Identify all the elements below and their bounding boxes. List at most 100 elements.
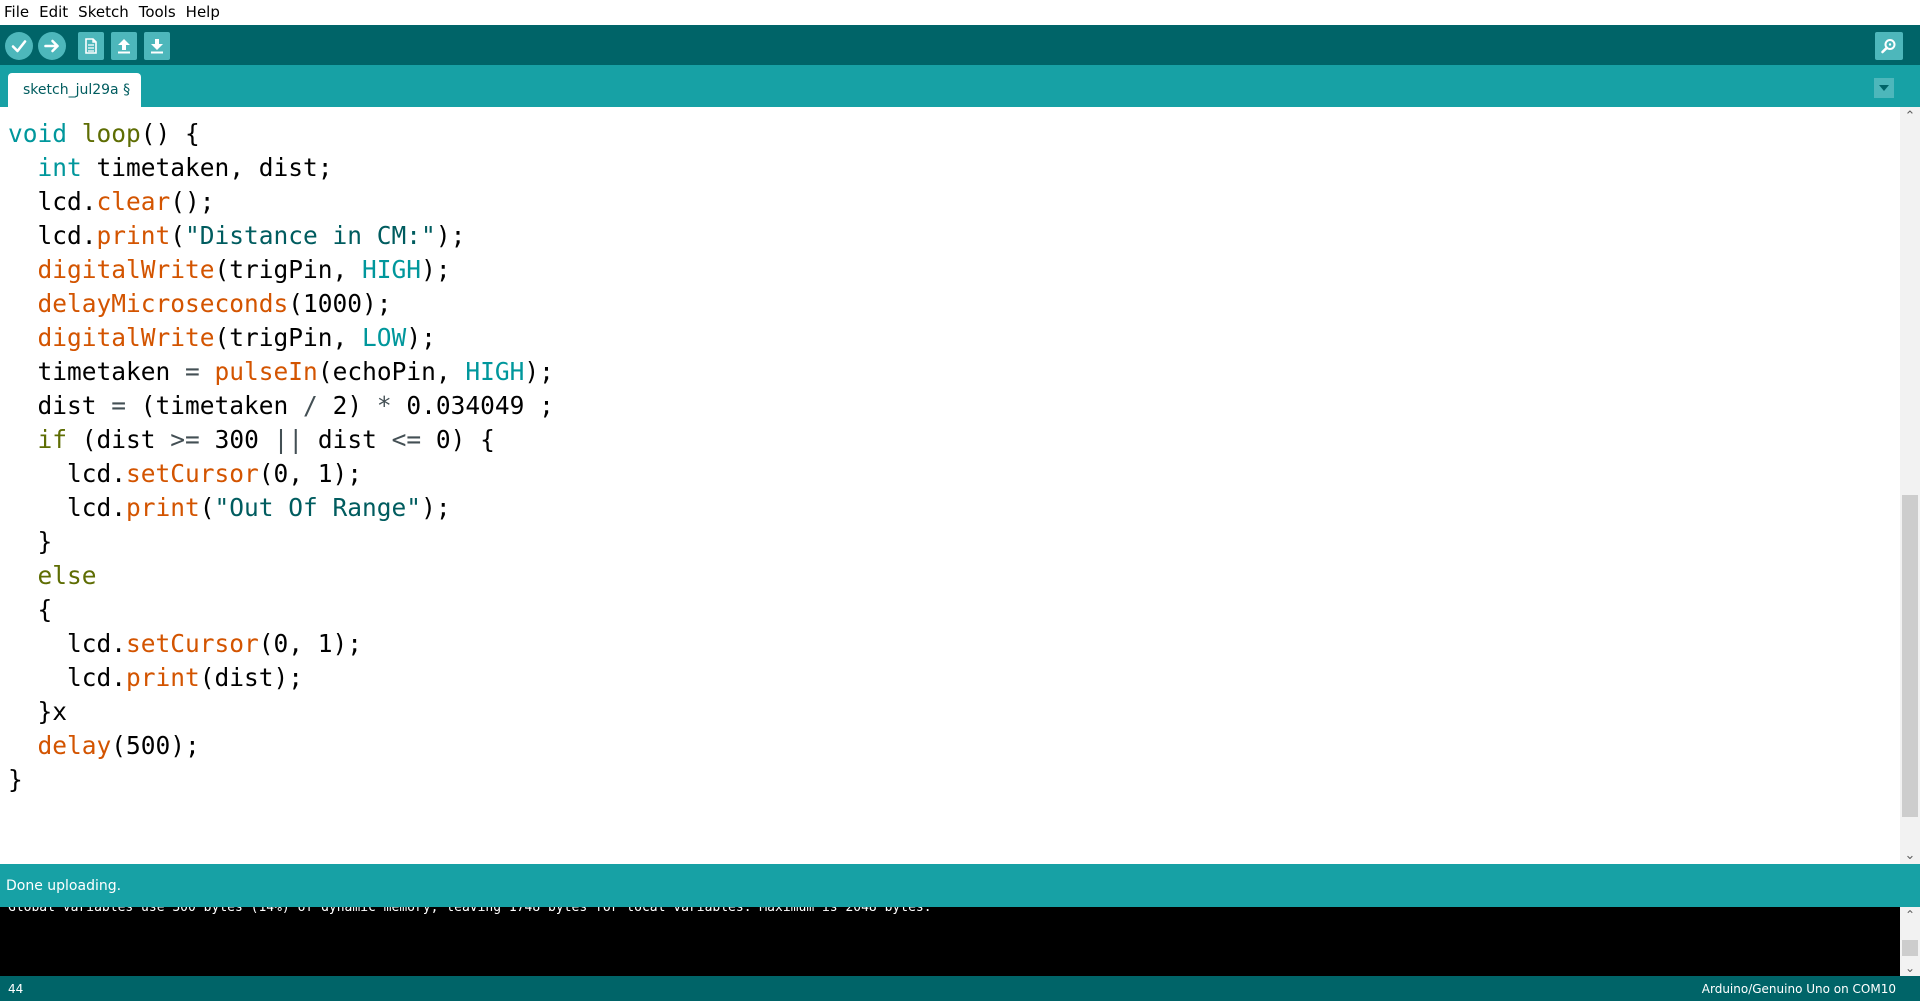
- console-scroll-down-icon[interactable]: ⌄: [1900, 960, 1920, 976]
- code-line[interactable]: digitalWrite(trigPin, HIGH);: [8, 253, 554, 287]
- code-line[interactable]: }: [8, 763, 554, 797]
- code-token: ();: [170, 187, 215, 216]
- code-token: );: [406, 323, 436, 352]
- code-token: lcd.: [8, 221, 97, 250]
- magnifier-icon: [1881, 39, 1896, 54]
- toolbar: [0, 25, 1920, 65]
- scroll-up-icon[interactable]: ⌃: [1900, 107, 1920, 125]
- code-token: (: [199, 493, 215, 522]
- upload-button[interactable]: [38, 32, 66, 60]
- arrow-right-icon: [44, 39, 59, 53]
- menu-sketch[interactable]: Sketch: [73, 0, 134, 25]
- serial-monitor-button[interactable]: [1875, 32, 1903, 60]
- check-icon: [11, 40, 27, 53]
- code-text[interactable]: void loop() { int timetaken, dist; lcd.c…: [8, 117, 554, 797]
- code-line[interactable]: lcd.setCursor(0, 1);: [8, 457, 554, 491]
- code-token: timetaken, dist;: [81, 153, 333, 182]
- code-token: pulseIn: [214, 357, 318, 386]
- code-line[interactable]: else: [8, 559, 554, 593]
- menu-bar: File Edit Sketch Tools Help: [0, 0, 1920, 26]
- code-line[interactable]: digitalWrite(trigPin, LOW);: [8, 321, 554, 355]
- code-token: print: [126, 493, 200, 522]
- code-line[interactable]: delayMicroseconds(1000);: [8, 287, 554, 321]
- code-token: lcd.: [8, 663, 127, 692]
- open-icon: [118, 39, 130, 54]
- code-token: delayMicroseconds: [37, 289, 289, 318]
- menu-help[interactable]: Help: [181, 0, 225, 25]
- code-token: );: [524, 357, 554, 386]
- code-token: timetaken: [8, 357, 186, 386]
- console-output[interactable]: Global variables use 300 bytes (14%) of …: [0, 907, 1900, 976]
- code-token: LOW: [362, 323, 407, 352]
- code-token: =: [111, 391, 127, 420]
- code-token: (1000);: [288, 289, 392, 318]
- code-token: 0) {: [421, 425, 495, 454]
- tab-menu-button[interactable]: [1874, 78, 1894, 98]
- code-token: void: [8, 119, 68, 148]
- console-scrollbar[interactable]: ⌃ ⌄: [1900, 907, 1920, 976]
- console-scroll-thumb[interactable]: [1902, 940, 1918, 956]
- code-editor[interactable]: void loop() { int timetaken, dist; lcd.c…: [0, 107, 1900, 864]
- code-line[interactable]: dist = (timetaken / 2) * 0.034049 ;: [8, 389, 554, 423]
- menu-edit[interactable]: Edit: [34, 0, 73, 25]
- scroll-down-icon[interactable]: ⌄: [1900, 846, 1920, 864]
- code-token: loop: [81, 119, 141, 148]
- code-line[interactable]: {: [8, 593, 554, 627]
- code-line[interactable]: }: [8, 525, 554, 559]
- code-token: print: [96, 221, 171, 250]
- editor-scrollbar[interactable]: ⌃ ⌄: [1900, 107, 1920, 864]
- new-button[interactable]: [78, 32, 104, 60]
- code-token: "Distance in CM:": [185, 221, 436, 250]
- save-icon: [151, 39, 163, 54]
- code-line[interactable]: int timetaken, dist;: [8, 151, 554, 185]
- code-line[interactable]: delay(500);: [8, 729, 554, 763]
- code-line[interactable]: if (dist >= 300 || dist <= 0) {: [8, 423, 554, 457]
- code-token: {: [8, 595, 53, 624]
- console-scroll-up-icon[interactable]: ⌃: [1900, 907, 1920, 923]
- code-token: >=: [170, 425, 200, 454]
- code-line[interactable]: lcd.setCursor(0, 1);: [8, 627, 554, 661]
- open-button[interactable]: [111, 32, 137, 60]
- code-line[interactable]: lcd.print("Distance in CM:");: [8, 219, 554, 253]
- code-token: if: [37, 425, 68, 454]
- code-token: lcd.: [8, 187, 97, 216]
- tab-label: sketch_jul29a §: [23, 82, 131, 98]
- board-info: Arduino/Genuino Uno on COM10: [1701, 981, 1896, 996]
- verify-button[interactable]: [5, 32, 33, 60]
- save-button[interactable]: [144, 32, 170, 60]
- code-token: lcd.: [8, 493, 127, 522]
- code-token: delay: [37, 731, 112, 760]
- footer-bar: 44 Arduino/Genuino Uno on COM10: [0, 976, 1920, 1001]
- tab-sketch[interactable]: sketch_jul29a §: [8, 73, 142, 107]
- console-line: Global variables use 300 bytes (14%) of …: [8, 907, 932, 915]
- code-line[interactable]: void loop() {: [8, 117, 554, 151]
- code-token: "Out Of Range": [214, 493, 422, 522]
- code-line[interactable]: lcd.print(dist);: [8, 661, 554, 695]
- code-line[interactable]: }x: [8, 695, 554, 729]
- code-line[interactable]: timetaken = pulseIn(echoPin, HIGH);: [8, 355, 554, 389]
- code-token: int: [37, 153, 82, 182]
- code-token: );: [435, 221, 466, 250]
- code-token: *: [376, 391, 392, 420]
- menu-file[interactable]: File: [0, 0, 34, 25]
- code-token: dist: [8, 391, 112, 420]
- code-line[interactable]: lcd.print("Out Of Range");: [8, 491, 554, 525]
- code-token: (trigPin,: [214, 323, 363, 352]
- code-token: 2): [317, 391, 377, 420]
- scroll-thumb[interactable]: [1902, 495, 1918, 817]
- code-token: digitalWrite: [37, 255, 215, 284]
- code-line[interactable]: lcd.clear();: [8, 185, 554, 219]
- line-number: 44: [8, 981, 24, 996]
- code-token: (500);: [111, 731, 200, 760]
- code-token: dist: [303, 425, 392, 454]
- menu-tools[interactable]: Tools: [134, 0, 181, 25]
